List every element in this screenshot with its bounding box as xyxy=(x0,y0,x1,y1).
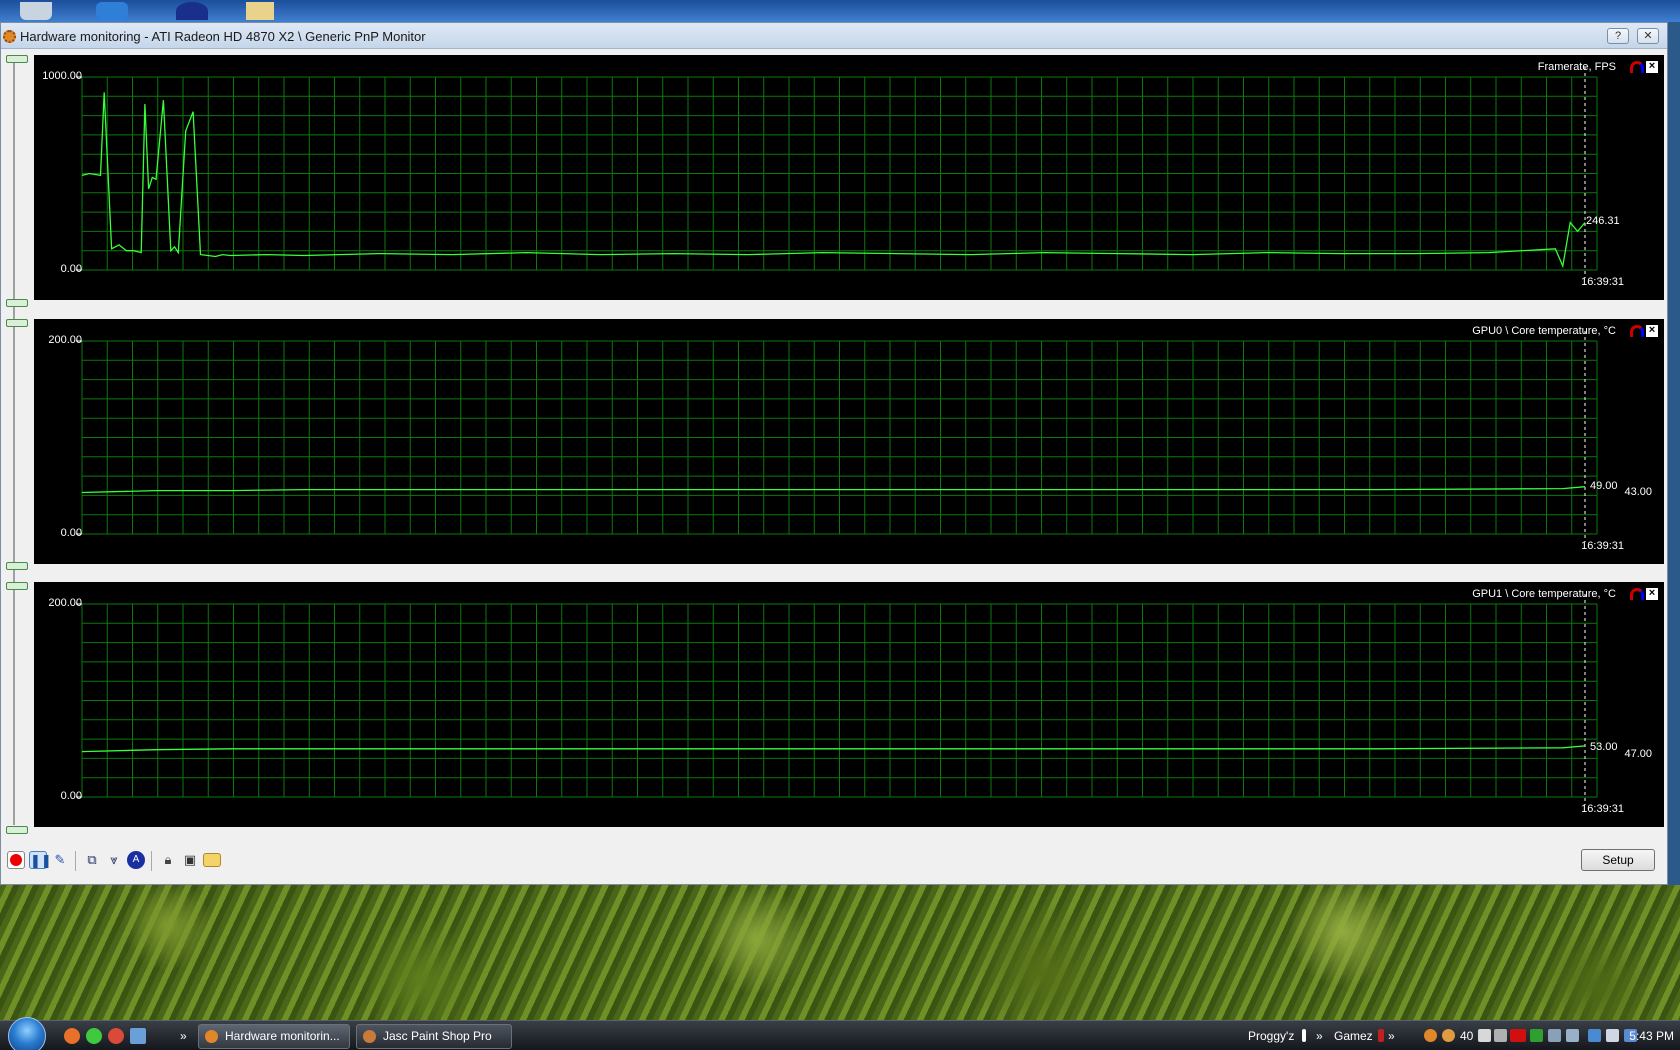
taskbar-item-label: Hardware monitorin... xyxy=(225,1029,340,1043)
close-icon[interactable]: × xyxy=(1646,325,1658,337)
series-line xyxy=(81,745,1586,753)
quick-launch-overflow[interactable]: » xyxy=(180,1029,187,1043)
time-label: 16:39:31 xyxy=(1581,803,1624,815)
app-icon[interactable] xyxy=(1378,1029,1384,1042)
hardware-monitoring-window: Hardware monitoring - ATI Radeon HD 4870… xyxy=(0,22,1668,885)
splitter-handle[interactable] xyxy=(6,562,28,570)
splitter-handle[interactable] xyxy=(6,55,28,63)
series-line xyxy=(81,92,1586,269)
close-icon[interactable]: × xyxy=(1646,588,1658,600)
current-value: 49.00 xyxy=(1590,480,1618,492)
toolbar-handle-icon xyxy=(1302,1029,1306,1042)
record-icon[interactable] xyxy=(7,851,25,869)
splitter-handle[interactable] xyxy=(6,826,28,834)
desktop-shortcut-icon[interactable] xyxy=(96,2,128,20)
taskbar-item-paint-shop-pro[interactable]: Jasc Paint Shop Pro xyxy=(356,1024,512,1049)
document-icon[interactable] xyxy=(1478,1029,1491,1042)
marker-icon[interactable]: ✎ xyxy=(51,851,69,869)
gear-icon[interactable] xyxy=(1442,1029,1455,1042)
windows-icon[interactable]: ⧉ xyxy=(83,851,101,869)
y-min-label: 0.00 xyxy=(60,790,82,802)
taskbar: » Hardware monitorin... Jasc Paint Shop … xyxy=(0,1017,1680,1050)
graph-title: Framerate, FPS xyxy=(1537,61,1616,73)
y-min-label: 0.00 xyxy=(60,263,82,275)
paint-shop-pro-icon xyxy=(363,1030,376,1043)
toolbar-proggyz[interactable]: Proggy'z xyxy=(1248,1029,1294,1043)
help-button[interactable]: ? xyxy=(1607,28,1629,44)
toolbar-overflow[interactable]: » xyxy=(1388,1029,1395,1043)
splitter-track xyxy=(13,63,15,825)
gpu0-temperature-plot xyxy=(76,331,1598,542)
gpu1-temperature-graph[interactable]: GPU1 \ Core temperature, °C × 200.00 0.0… xyxy=(34,582,1664,827)
volume-icon[interactable] xyxy=(1606,1029,1619,1042)
collapse-icon[interactable]: ⩔ xyxy=(105,851,123,869)
close-button[interactable]: ✕ xyxy=(1637,28,1659,44)
gpu0-temperature-graph[interactable]: GPU0 \ Core temperature, °C × 200.00 0.0… xyxy=(34,319,1664,564)
framerate-plot xyxy=(76,67,1598,278)
lock-icon[interactable]: 🔒︎ xyxy=(159,851,177,869)
close-icon[interactable]: × xyxy=(1646,61,1658,73)
gpu1-temperature-plot xyxy=(76,594,1598,805)
save-icon[interactable]: ▣ xyxy=(181,851,199,869)
network-check-icon[interactable] xyxy=(1530,1029,1543,1042)
tray-number[interactable]: 40 xyxy=(1460,1029,1473,1043)
gear-icon[interactable] xyxy=(1424,1029,1437,1042)
folder-icon[interactable] xyxy=(246,2,274,20)
gear-icon xyxy=(3,30,16,43)
current-value: 246.31 xyxy=(1586,215,1620,227)
toolbar-separator xyxy=(151,851,152,871)
toolbar-gamez[interactable]: Gamez xyxy=(1334,1029,1373,1043)
hardware-icon[interactable] xyxy=(1566,1029,1579,1042)
toolbar-overflow[interactable]: » xyxy=(1316,1029,1323,1043)
firefox-icon[interactable] xyxy=(64,1028,80,1044)
time-label: 16:39:31 xyxy=(1581,276,1624,288)
bottom-toolbar: ❚❚ ✎ ⧉ ⩔ A 🔒︎ ▣ Setup xyxy=(1,841,1667,881)
start-button[interactable] xyxy=(8,1017,46,1050)
y-min-label: 0.00 xyxy=(60,527,82,539)
framerate-graph[interactable]: Framerate, FPS × 1000.00 0.00 246.31 16:… xyxy=(34,55,1664,300)
show-desktop-icon[interactable] xyxy=(130,1028,146,1044)
gear-icon xyxy=(205,1030,218,1043)
splitter-handle[interactable] xyxy=(6,582,28,590)
wallpaper xyxy=(0,885,1680,1020)
overlay-icon[interactable]: A xyxy=(127,851,145,869)
y-max-label: 200.00 xyxy=(48,334,82,346)
window-title: Hardware monitoring - ATI Radeon HD 4870… xyxy=(20,29,426,44)
current-value: 53.00 xyxy=(1590,741,1618,753)
time-label: 16:39:31 xyxy=(1581,540,1624,552)
graph-title: GPU1 \ Core temperature, °C xyxy=(1472,588,1616,600)
clock[interactable]: 5:43 PM xyxy=(1629,1029,1674,1043)
splitter-handle[interactable] xyxy=(6,299,28,307)
pause-icon[interactable]: ❚❚ xyxy=(29,851,52,869)
title-bar[interactable]: Hardware monitoring - ATI Radeon HD 4870… xyxy=(1,23,1667,49)
series-line xyxy=(81,486,1586,494)
toolbar-separator xyxy=(75,851,76,871)
ati-icon[interactable] xyxy=(1510,1029,1526,1042)
app-icon[interactable] xyxy=(86,1028,102,1044)
desktop xyxy=(0,0,1680,22)
y-max-label: 1000.00 xyxy=(42,70,82,82)
y-max-label: 200.00 xyxy=(48,597,82,609)
graph-title: GPU0 \ Core temperature, °C xyxy=(1472,325,1616,337)
taskbar-item-label: Jasc Paint Shop Pro xyxy=(383,1029,492,1043)
color-picker-icon[interactable] xyxy=(1630,588,1644,600)
disk-icon[interactable] xyxy=(1494,1029,1507,1042)
settings-icon[interactable] xyxy=(1548,1029,1561,1042)
splitter-handle[interactable] xyxy=(6,319,28,327)
min-value: 43.00 xyxy=(1624,486,1652,498)
browser-icon[interactable] xyxy=(108,1028,124,1044)
desktop-shortcut-icon[interactable] xyxy=(176,2,208,20)
color-picker-icon[interactable] xyxy=(1630,325,1644,337)
setup-button[interactable]: Setup xyxy=(1581,849,1655,871)
color-picker-icon[interactable] xyxy=(1630,61,1644,73)
open-folder-icon[interactable] xyxy=(203,853,221,867)
recycle-bin-icon[interactable] xyxy=(20,2,52,20)
network-icon[interactable] xyxy=(1588,1029,1601,1042)
taskbar-item-hardware-monitoring[interactable]: Hardware monitorin... xyxy=(198,1024,350,1049)
min-value: 47.00 xyxy=(1624,748,1652,760)
